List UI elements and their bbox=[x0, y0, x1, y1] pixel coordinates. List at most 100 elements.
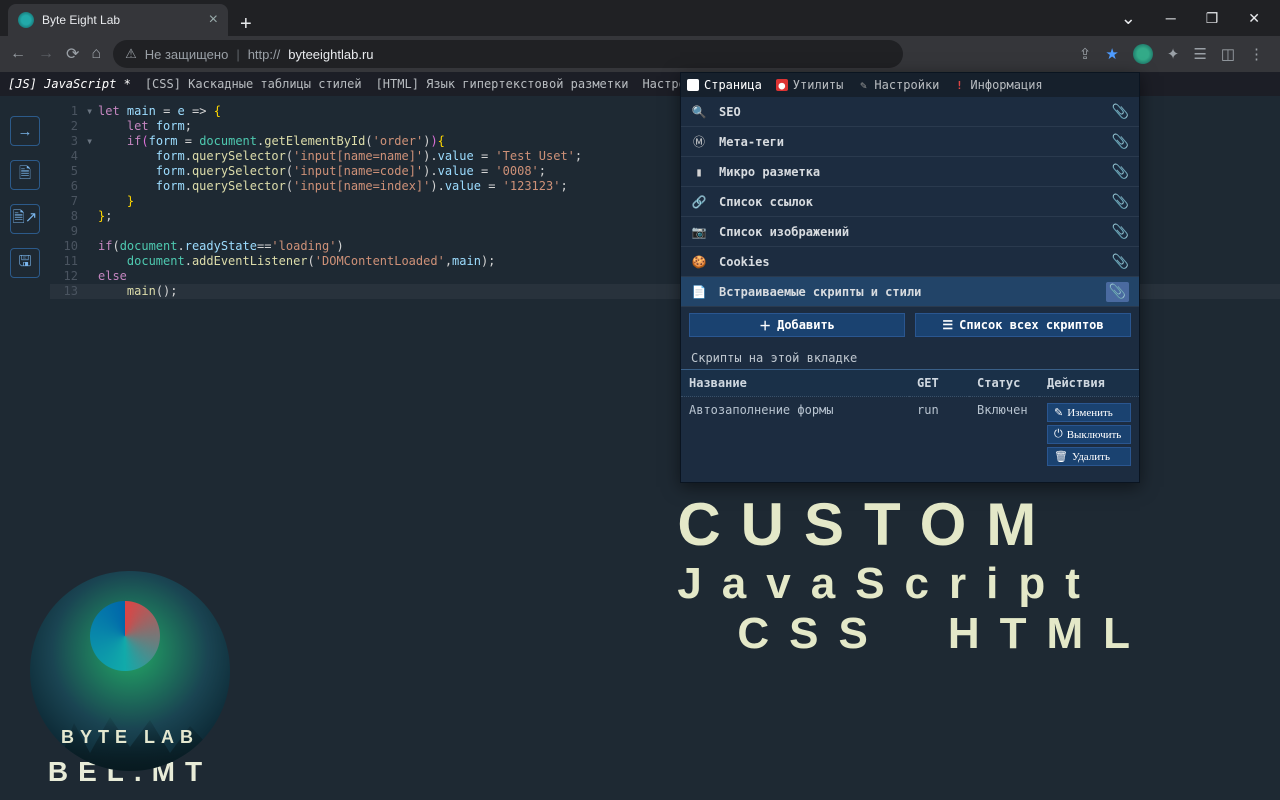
new-tab-button[interactable]: + bbox=[228, 13, 264, 36]
panel-section-title: Скрипты на этой вкладке bbox=[681, 343, 1139, 370]
set-icon bbox=[857, 79, 869, 91]
table-header: Название GET Статус Действия bbox=[681, 370, 1139, 397]
toolbar-icons: ⇪ ★ ✦ ☰ ◫ ⋮ bbox=[1079, 44, 1270, 64]
cell-status: Включен bbox=[969, 397, 1039, 473]
browser-tab[interactable]: Byte Eight Lab × bbox=[8, 4, 228, 36]
paperclip-icon[interactable]: 📎 bbox=[1112, 164, 1129, 180]
panel-tab-util[interactable]: ●Утилиты bbox=[776, 78, 844, 92]
home-button[interactable]: ⌂ bbox=[91, 45, 101, 63]
cell-name: Автозаполнение формы bbox=[681, 397, 909, 473]
menubar-item[interactable]: [CSS] Каскадные таблицы стилей bbox=[145, 77, 362, 91]
panel-item[interactable]: 📄 Встраиваемые скрипты и стили 📎 bbox=[681, 277, 1139, 307]
chevron-down-icon[interactable] bbox=[1121, 8, 1136, 29]
security-label: Не защищено bbox=[145, 47, 229, 62]
hero-line3: CSSHTML bbox=[677, 609, 1150, 659]
action-icon: ⏻ bbox=[1054, 428, 1063, 441]
paperclip-icon[interactable]: 📎 bbox=[1112, 254, 1129, 270]
close-icon[interactable]: × bbox=[209, 11, 218, 29]
item-label: Список изображений bbox=[719, 225, 1100, 239]
action-icon: ✎ bbox=[1054, 406, 1063, 419]
window-controls bbox=[1121, 0, 1280, 36]
reload-button[interactable]: ⟳ bbox=[66, 44, 79, 64]
item-label: Микро разметка bbox=[719, 165, 1100, 179]
panel-item[interactable]: 📷 Список изображений 📎 bbox=[681, 217, 1139, 247]
row-action-button[interactable]: ✎Изменить bbox=[1047, 403, 1131, 422]
extensions-icon[interactable]: ✦ bbox=[1167, 45, 1180, 63]
close-window-button[interactable] bbox=[1248, 10, 1260, 27]
open-file-button[interactable]: 🗎 bbox=[10, 160, 40, 190]
item-label: Список ссылок bbox=[719, 195, 1100, 209]
share-icon[interactable]: ⇪ bbox=[1079, 45, 1092, 63]
url-prefix: http:// bbox=[248, 47, 281, 62]
url-text: byteeightlab.ru bbox=[288, 47, 373, 62]
panel-item[interactable]: Ⓜ Мета-теги 📎 bbox=[681, 127, 1139, 157]
menu-icon[interactable]: ⋮ bbox=[1249, 45, 1264, 63]
item-label: SEO bbox=[719, 105, 1100, 119]
insecure-icon: ⚠ bbox=[125, 46, 137, 62]
util-icon: ● bbox=[776, 79, 788, 91]
menubar-item[interactable]: [JS] JavaScript * bbox=[8, 77, 131, 91]
hero-text: CUSTOM JavaScript CSSHTML bbox=[677, 490, 1150, 659]
url-input[interactable]: ⚠ Не защищено | http://byteeightlab.ru bbox=[113, 40, 903, 68]
sidepanel-icon[interactable]: ◫ bbox=[1221, 45, 1235, 63]
col-status: Статус bbox=[969, 370, 1039, 397]
panel-item[interactable]: ▮ Микро разметка 📎 bbox=[681, 157, 1139, 187]
back-button[interactable]: ← bbox=[10, 45, 26, 63]
item-label: Cookies bbox=[719, 255, 1100, 269]
panel-tab-info[interactable]: Информация bbox=[953, 78, 1042, 92]
logo-text-1: BYTE LAB bbox=[30, 727, 230, 748]
item-icon: 🔍 bbox=[691, 105, 707, 119]
table-row: Автозаполнение формы run Включен ✎Измени… bbox=[681, 397, 1139, 473]
panel-item[interactable]: 🔗 Список ссылок 📎 bbox=[681, 187, 1139, 217]
page-icon bbox=[687, 79, 699, 91]
scripts-table: Название GET Статус Действия Автозаполне… bbox=[681, 370, 1139, 472]
panel-tabs: Страница ●Утилиты Настройки Информация bbox=[681, 73, 1139, 97]
paperclip-icon[interactable]: 📎 bbox=[1106, 282, 1129, 302]
panel-item[interactable]: 🔍 SEO 📎 bbox=[681, 97, 1139, 127]
list-icon: ☰ bbox=[942, 318, 953, 332]
panel-actions: ＋Добавить ☰Список всех скриптов bbox=[681, 307, 1139, 343]
extension-panel: Страница ●Утилиты Настройки Информация 🔍 SEO… bbox=[680, 72, 1140, 483]
item-label: Мета-теги bbox=[719, 135, 1100, 149]
export-button[interactable]: 🗎↗ bbox=[10, 204, 40, 234]
item-label: Встраиваемые скрипты и стили bbox=[719, 285, 1094, 299]
panel-item[interactable]: 🍪 Cookies 📎 bbox=[681, 247, 1139, 277]
tab-title: Byte Eight Lab bbox=[42, 13, 201, 27]
info-icon bbox=[953, 79, 965, 91]
paperclip-icon[interactable]: 📎 bbox=[1112, 224, 1129, 240]
tab-favicon bbox=[18, 12, 34, 28]
list-all-button[interactable]: ☰Список всех скриптов bbox=[915, 313, 1131, 337]
item-icon: 🍪 bbox=[691, 255, 707, 269]
item-icon: Ⓜ bbox=[691, 133, 707, 150]
paperclip-icon[interactable]: 📎 bbox=[1112, 134, 1129, 150]
plus-icon: ＋ bbox=[759, 317, 771, 334]
row-action-button[interactable]: 🗑Удалить bbox=[1047, 447, 1131, 466]
run-button[interactable]: → bbox=[10, 116, 40, 146]
reading-list-icon[interactable]: ☰ bbox=[1193, 45, 1206, 63]
add-button[interactable]: ＋Добавить bbox=[689, 313, 905, 337]
row-action-button[interactable]: ⏻Выключить bbox=[1047, 425, 1131, 444]
save-button[interactable]: 🖫 bbox=[10, 248, 40, 278]
panel-tab-set[interactable]: Настройки bbox=[857, 78, 939, 92]
hero-line2: JavaScript bbox=[677, 559, 1150, 609]
item-icon: 📄 bbox=[691, 285, 707, 299]
menubar-item[interactable]: [HTML] Язык гипертекстовой разметки bbox=[376, 77, 629, 91]
hero-line1: CUSTOM bbox=[677, 490, 1150, 559]
paperclip-icon[interactable]: 📎 bbox=[1112, 194, 1129, 210]
cell-get: run bbox=[909, 397, 969, 473]
maximize-button[interactable] bbox=[1206, 10, 1219, 27]
item-icon: ▮ bbox=[691, 165, 707, 179]
browser-tabbar: Byte Eight Lab × + bbox=[0, 0, 1280, 36]
item-icon: 🔗 bbox=[691, 195, 707, 209]
brand-logo: BYTE LAB BEL.MT bbox=[30, 571, 230, 788]
bookmark-icon[interactable]: ★ bbox=[1105, 45, 1118, 63]
panel-tab-page[interactable]: Страница bbox=[687, 78, 762, 92]
extension-avatar-icon[interactable] bbox=[1133, 44, 1153, 64]
col-name: Название bbox=[681, 370, 909, 397]
address-bar: ← → ⟳ ⌂ ⚠ Не защищено | http://byteeight… bbox=[0, 36, 1280, 72]
paperclip-icon[interactable]: 📎 bbox=[1112, 104, 1129, 120]
forward-button[interactable]: → bbox=[38, 45, 54, 63]
panel-items: 🔍 SEO 📎 Ⓜ Мета-теги 📎 ▮ Микро разметка 📎 🔗 Список … bbox=[681, 97, 1139, 307]
item-icon: 📷 bbox=[691, 225, 707, 239]
minimize-button[interactable] bbox=[1166, 10, 1176, 26]
